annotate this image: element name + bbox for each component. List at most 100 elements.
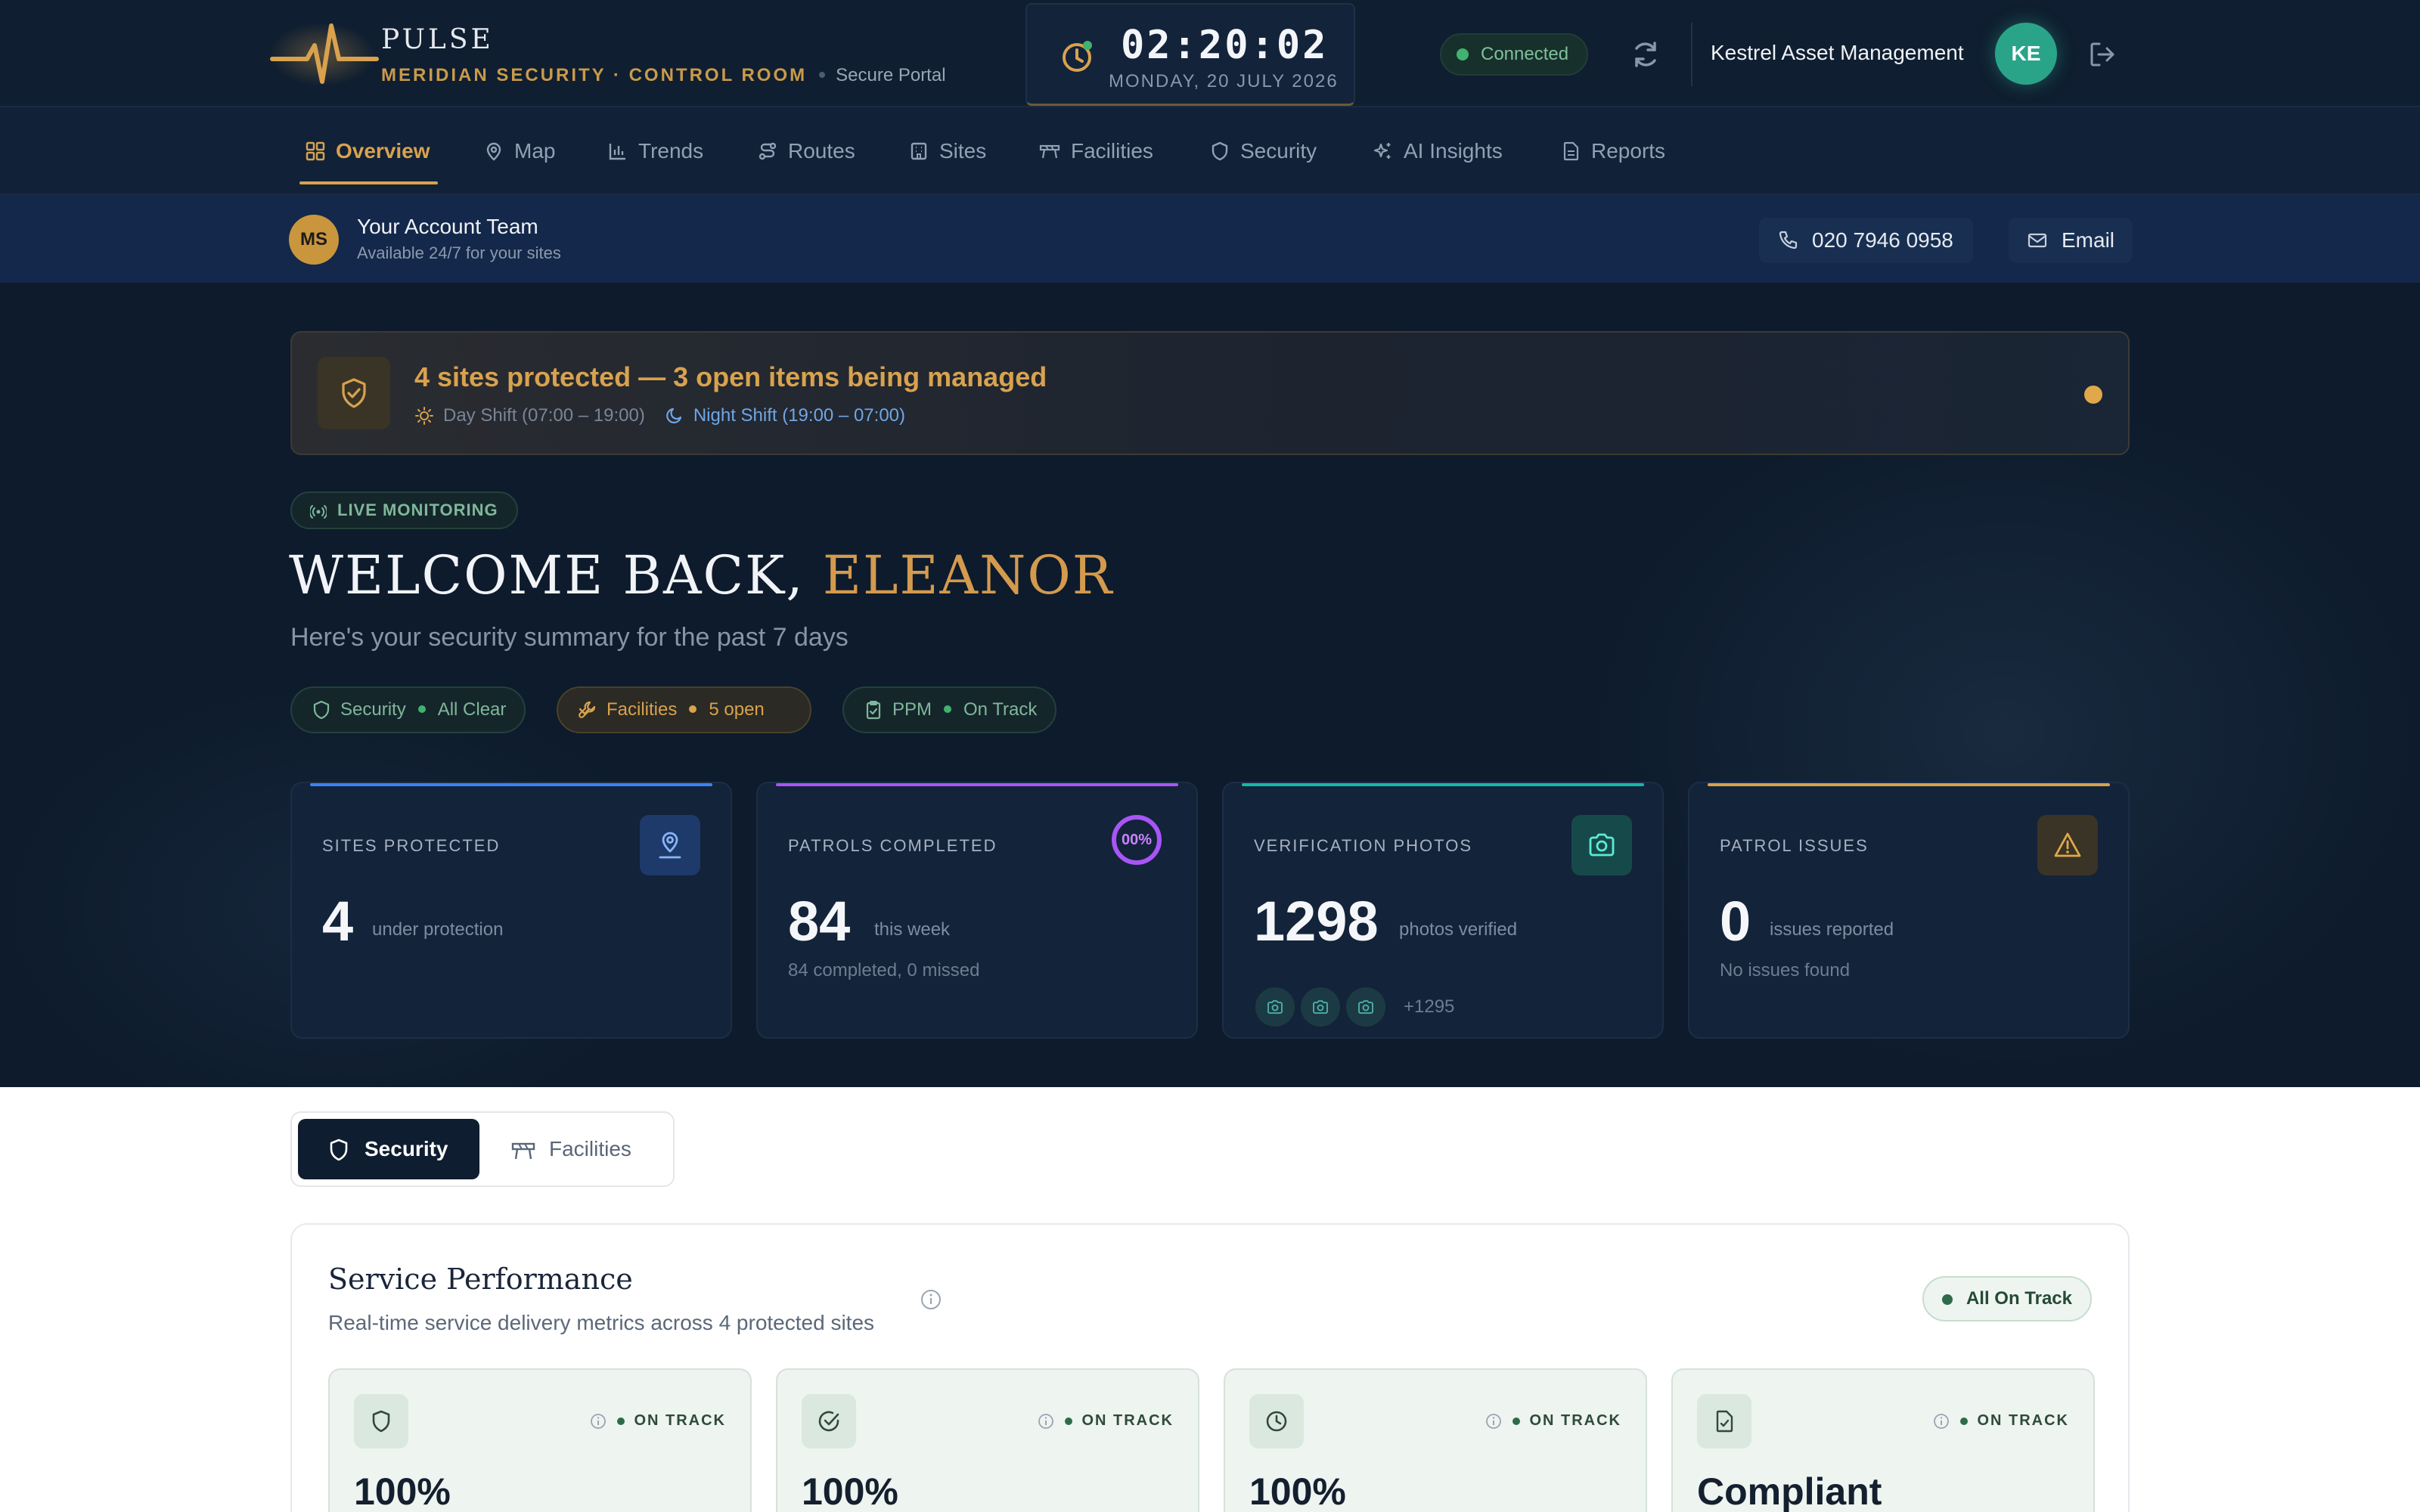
warning-icon	[2054, 832, 2081, 857]
nav-map[interactable]: Map	[484, 107, 555, 195]
email-label: Email	[2062, 228, 2115, 252]
refresh-icon[interactable]	[1627, 36, 1664, 73]
check-circle-icon	[818, 1411, 839, 1432]
tab-security[interactable]: Security	[298, 1119, 479, 1179]
status-dot	[1512, 1417, 1521, 1425]
shield-check-icon	[342, 378, 366, 408]
moon-icon	[666, 407, 681, 424]
chevron-down-icon	[579, 708, 591, 715]
metric-icon-box	[1697, 1394, 1751, 1448]
metric-value: Compliant	[1697, 1470, 1882, 1512]
clock-time: 02:20:02	[1121, 23, 1329, 68]
nav-sites[interactable]: Sites	[909, 107, 986, 195]
info-icon[interactable]	[590, 1413, 607, 1430]
email-button[interactable]: Email	[2009, 218, 2133, 263]
metric-status-label: ON TRACK	[1529, 1412, 1621, 1429]
nav-facilities[interactable]: Facilities	[1039, 107, 1153, 195]
camera-icon	[1358, 1000, 1373, 1014]
nav-label: AI Insights	[1404, 139, 1503, 163]
live-monitoring-label: LIVE MONITORING	[337, 500, 498, 519]
info-icon[interactable]	[920, 1288, 942, 1311]
metric-icon-box	[802, 1394, 856, 1448]
metric-status-label: ON TRACK	[1977, 1412, 2069, 1429]
stat-value: 84	[788, 890, 851, 953]
nav-trends[interactable]: Trends	[608, 107, 703, 195]
status-dot	[1065, 1417, 1073, 1425]
panel-title: Service Performance	[328, 1263, 633, 1296]
security-status-chip[interactable]: Security All Clear	[290, 686, 526, 733]
user-first-name: ELEANOR	[822, 544, 1114, 606]
nav-overview[interactable]: Overview	[299, 107, 438, 195]
metric-icon-box	[1249, 1394, 1304, 1448]
tab-label: Facilities	[549, 1137, 631, 1160]
metric-card: ON TRACK 100%	[1224, 1368, 1647, 1512]
metric-status: ON TRACK	[1485, 1412, 1621, 1430]
live-monitoring-badge: LIVE MONITORING	[290, 491, 518, 529]
company-line: MERIDIAN SECURITY · CONTROL ROOM Secure P…	[381, 65, 946, 86]
chip-status: All Clear	[437, 699, 507, 720]
stat-value: 4	[322, 890, 354, 953]
clipboard-check-icon	[866, 701, 881, 720]
facilities-status-chip[interactable]: Facilities 5 open	[557, 686, 811, 733]
metric-card: ON TRACK 100%	[328, 1368, 752, 1512]
nav-label: Reports	[1591, 139, 1666, 163]
photo-thumb[interactable]	[1254, 986, 1296, 1028]
stat-value: 0	[1720, 890, 1751, 953]
user-avatar[interactable]: KE	[1995, 23, 2057, 85]
brand-name: PULSE	[381, 24, 494, 55]
metric-status: ON TRACK	[590, 1412, 726, 1430]
clock-panel: 02:20:02 MONDAY, 20 JULY 2026	[1025, 3, 1355, 106]
header-divider	[1691, 23, 1692, 86]
banner-shield-badge	[318, 357, 390, 429]
stat-icon-box	[2037, 815, 2098, 875]
photo-thumb[interactable]	[1345, 986, 1387, 1028]
nav-label: Overview	[336, 139, 430, 163]
info-icon[interactable]	[1933, 1413, 1950, 1430]
stat-card-sites: SITES PROTECTED 4 under protection	[290, 782, 732, 1039]
camera-icon	[1267, 1000, 1283, 1014]
bar-chart-icon	[609, 144, 625, 160]
metric-card: ON TRACK Compliant	[1671, 1368, 2095, 1512]
day-shift: Day Shift (07:00 – 19:00)	[414, 405, 645, 426]
info-icon[interactable]	[1038, 1413, 1054, 1430]
section-tabs: Security Facilities	[290, 1111, 675, 1187]
photo-thumb[interactable]	[1299, 986, 1342, 1028]
stat-icon-box	[1571, 815, 1632, 875]
shield-icon	[330, 1139, 348, 1161]
stat-unit: photos verified	[1399, 919, 1518, 940]
pulse-logo-icon	[269, 23, 379, 86]
client-name: Kestrel Asset Management	[1711, 41, 1964, 64]
ppm-status-chip[interactable]: PPM On Track	[842, 686, 1057, 733]
mail-icon	[2028, 233, 2047, 248]
shift-info: Day Shift (07:00 – 19:00) Night Shift (1…	[414, 405, 905, 426]
nav-routes[interactable]: Routes	[758, 107, 855, 195]
chip-label: Security	[340, 699, 406, 720]
status-dot	[689, 705, 697, 713]
info-icon[interactable]	[1485, 1413, 1502, 1430]
camera-icon	[1313, 1000, 1328, 1014]
account-team-bar: MS Your Account Team Available 24/7 for …	[0, 195, 2420, 283]
document-check-icon	[1716, 1410, 1733, 1433]
nav-ai-insights[interactable]: AI Insights	[1373, 107, 1503, 195]
metric-value: 100%	[1249, 1470, 1346, 1512]
nav-security[interactable]: Security	[1210, 107, 1317, 195]
more-photos-count: +1295	[1404, 996, 1455, 1017]
logout-icon[interactable]	[2087, 39, 2118, 70]
portal-label: Secure Portal	[836, 65, 946, 85]
clock-icon	[1063, 41, 1092, 72]
connection-status: Connected	[1440, 33, 1589, 76]
nav-reports[interactable]: Reports	[1561, 107, 1665, 195]
phone-button[interactable]: 020 7946 0958	[1759, 218, 1973, 263]
stat-card-patrols: PATROLS COMPLETED 00% 84 this week 84 co…	[756, 782, 1198, 1039]
card-accent-line	[1708, 783, 2110, 786]
sparkles-icon	[1373, 143, 1391, 159]
stat-note: No issues found	[1720, 960, 1851, 981]
tab-label: Security	[365, 1137, 448, 1160]
tab-facilities[interactable]: Facilities	[486, 1119, 670, 1179]
night-shift: Night Shift (19:00 – 07:00)	[665, 405, 905, 426]
banner-status-dot	[2084, 386, 2102, 404]
chip-label: PPM	[892, 699, 932, 720]
nav-label: Trends	[638, 139, 704, 163]
stat-label: SITES PROTECTED	[322, 836, 501, 855]
metric-value: 100%	[354, 1470, 451, 1512]
